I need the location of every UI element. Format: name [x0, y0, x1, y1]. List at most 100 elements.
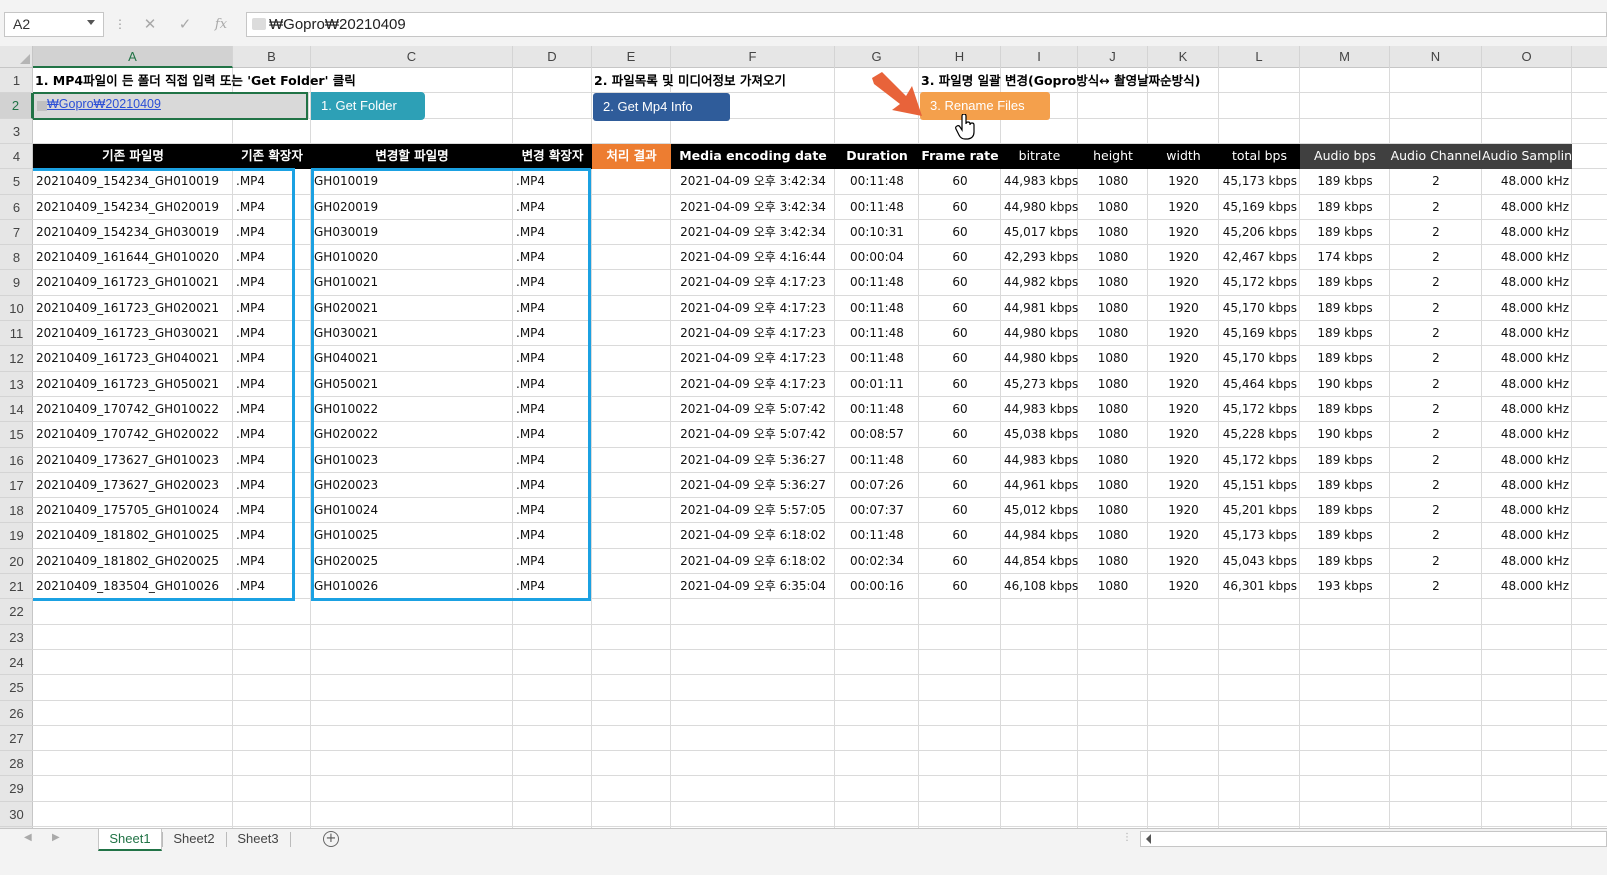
table-cell-i[interactable]: 45,038 kbps [1001, 422, 1078, 448]
row-header-15[interactable]: 15 [0, 422, 33, 448]
column-header-e[interactable]: E [592, 46, 671, 68]
table-cell-n[interactable]: 2 [1390, 296, 1482, 321]
table-cell-e[interactable] [592, 346, 671, 372]
table-cell-m[interactable]: 193 kbps [1300, 574, 1390, 599]
table-cell-m[interactable]: 189 kbps [1300, 448, 1390, 473]
table-cell-j[interactable]: 1080 [1078, 523, 1148, 549]
table-cell-g[interactable]: 00:11:48 [835, 523, 919, 549]
table-cell-n[interactable]: 2 [1390, 195, 1482, 220]
table-cell-h[interactable]: 60 [919, 245, 1001, 270]
table-cell-j[interactable]: 1080 [1078, 422, 1148, 448]
row-header-5[interactable]: 5 [0, 169, 33, 195]
table-cell-g[interactable]: 00:11:48 [835, 195, 919, 220]
row-header-20[interactable]: 20 [0, 549, 33, 574]
table-cell-e[interactable] [592, 372, 671, 397]
more-options-icon[interactable]: ⋮ [114, 14, 126, 34]
table-cell-g[interactable]: 00:00:04 [835, 245, 919, 270]
row-header-17[interactable]: 17 [0, 473, 33, 498]
table-cell-k[interactable]: 1920 [1148, 321, 1219, 346]
table-cell-e[interactable] [592, 473, 671, 498]
table-cell-f[interactable]: 2021-04-09 오후 4:16:44 [671, 245, 835, 270]
table-cell-n[interactable]: 2 [1390, 397, 1482, 422]
table-cell-o[interactable]: 48.000 kHz [1482, 549, 1572, 574]
table-cell-f[interactable]: 2021-04-09 오후 4:17:23 [671, 346, 835, 372]
row-header-9[interactable]: 9 [0, 270, 33, 296]
table-cell-m[interactable]: 190 kbps [1300, 422, 1390, 448]
table-cell-o[interactable]: 48.000 kHz [1482, 296, 1572, 321]
table-cell-i[interactable]: 44,854 kbps [1001, 549, 1078, 574]
table-cell-l[interactable]: 45,169 kbps [1219, 195, 1300, 220]
table-cell-g[interactable]: 00:11:48 [835, 296, 919, 321]
table-cell-i[interactable]: 44,983 kbps [1001, 169, 1078, 195]
table-cell-l[interactable]: 45,172 kbps [1219, 397, 1300, 422]
table-cell-o[interactable]: 48.000 kHz [1482, 346, 1572, 372]
table-cell-l[interactable]: 46,301 kbps [1219, 574, 1300, 599]
table-cell-i[interactable]: 44,980 kbps [1001, 346, 1078, 372]
table-cell-n[interactable]: 2 [1390, 220, 1482, 245]
table-cell-l[interactable]: 45,170 kbps [1219, 296, 1300, 321]
table-cell-g[interactable]: 00:11:48 [835, 321, 919, 346]
table-cell-h[interactable]: 60 [919, 372, 1001, 397]
table-cell-n[interactable]: 2 [1390, 473, 1482, 498]
table-cell-f[interactable]: 2021-04-09 오후 3:42:34 [671, 220, 835, 245]
column-header-h[interactable]: H [919, 46, 1001, 68]
table-cell-j[interactable]: 1080 [1078, 195, 1148, 220]
table-cell-f[interactable]: 2021-04-09 오후 3:42:34 [671, 169, 835, 195]
table-cell-k[interactable]: 1920 [1148, 220, 1219, 245]
row-header-1[interactable]: 1 [0, 68, 33, 93]
table-cell-g[interactable]: 00:07:26 [835, 473, 919, 498]
column-header-b[interactable]: B [233, 46, 311, 68]
table-cell-j[interactable]: 1080 [1078, 296, 1148, 321]
table-cell-k[interactable]: 1920 [1148, 195, 1219, 220]
table-cell-k[interactable]: 1920 [1148, 296, 1219, 321]
table-cell-h[interactable]: 60 [919, 473, 1001, 498]
table-cell-o[interactable]: 48.000 kHz [1482, 220, 1572, 245]
table-cell-n[interactable]: 2 [1390, 448, 1482, 473]
table-cell-j[interactable]: 1080 [1078, 473, 1148, 498]
table-cell-h[interactable]: 60 [919, 346, 1001, 372]
row-header-3[interactable]: 3 [0, 119, 33, 144]
table-cell-k[interactable]: 1920 [1148, 270, 1219, 296]
column-header-k[interactable]: K [1148, 46, 1219, 68]
table-cell-h[interactable]: 60 [919, 549, 1001, 574]
table-cell-i[interactable]: 44,981 kbps [1001, 296, 1078, 321]
table-cell-g[interactable]: 00:11:48 [835, 270, 919, 296]
table-cell-i[interactable]: 44,980 kbps [1001, 195, 1078, 220]
table-cell-j[interactable]: 1080 [1078, 270, 1148, 296]
table-cell-o[interactable]: 48.000 kHz [1482, 169, 1572, 195]
table-cell-g[interactable]: 00:07:37 [835, 498, 919, 523]
table-cell-e[interactable] [592, 270, 671, 296]
sheet-tab-sheet3[interactable]: Sheet3 [226, 829, 290, 851]
table-cell-g[interactable]: 00:08:57 [835, 422, 919, 448]
row-header-29[interactable]: 29 [0, 776, 33, 802]
scroll-left-arrow-icon[interactable] [1146, 834, 1151, 844]
table-cell-g[interactable]: 00:11:48 [835, 346, 919, 372]
table-cell-k[interactable]: 1920 [1148, 422, 1219, 448]
column-header-a[interactable]: A [33, 46, 233, 68]
table-cell-m[interactable]: 189 kbps [1300, 549, 1390, 574]
table-cell-f[interactable]: 2021-04-09 오후 3:42:34 [671, 195, 835, 220]
table-cell-e[interactable] [592, 296, 671, 321]
table-cell-f[interactable]: 2021-04-09 오후 6:18:02 [671, 549, 835, 574]
row-header-28[interactable]: 28 [0, 751, 33, 776]
table-cell-k[interactable]: 1920 [1148, 397, 1219, 422]
table-cell-o[interactable]: 48.000 kHz [1482, 498, 1572, 523]
table-cell-k[interactable]: 1920 [1148, 346, 1219, 372]
table-cell-m[interactable]: 189 kbps [1300, 523, 1390, 549]
table-cell-h[interactable]: 60 [919, 169, 1001, 195]
get-folder-button[interactable]: 1. Get Folder [311, 92, 425, 120]
table-cell-o[interactable]: 48.000 kHz [1482, 422, 1572, 448]
table-cell-k[interactable]: 1920 [1148, 523, 1219, 549]
table-cell-i[interactable]: 44,983 kbps [1001, 397, 1078, 422]
get-mp4-info-button[interactable]: 2. Get Mp4 Info [593, 93, 730, 121]
row-header-16[interactable]: 16 [0, 448, 33, 473]
function-icon[interactable]: fx [206, 12, 236, 37]
table-cell-k[interactable]: 1920 [1148, 372, 1219, 397]
table-cell-e[interactable] [592, 169, 671, 195]
table-cell-m[interactable]: 189 kbps [1300, 195, 1390, 220]
table-cell-e[interactable] [592, 245, 671, 270]
table-cell-m[interactable]: 189 kbps [1300, 220, 1390, 245]
table-cell-h[interactable]: 60 [919, 195, 1001, 220]
row-header-2[interactable]: 2 [0, 93, 33, 119]
table-cell-h[interactable]: 60 [919, 422, 1001, 448]
